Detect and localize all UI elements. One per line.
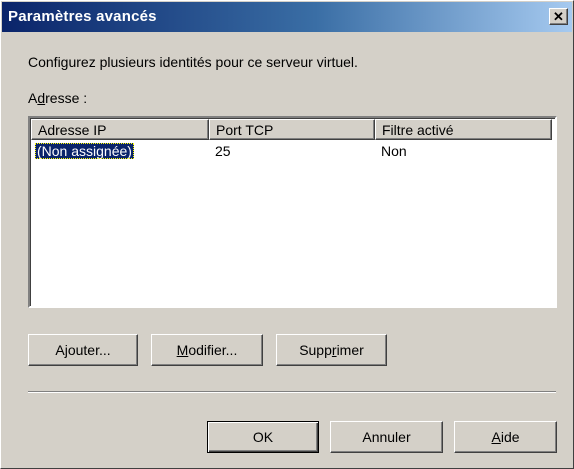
cell-filter: Non [381,143,407,159]
list-header: Adresse IP Port TCP Filtre activé [31,119,554,140]
ok-button[interactable]: OK [207,421,319,453]
description-text: Configurez plusieurs identités pour ce s… [28,54,358,70]
address-list[interactable]: Adresse IP Port TCP Filtre activé (Non a… [28,116,557,308]
column-header-ip[interactable]: Adresse IP [31,119,209,140]
separator [28,391,556,393]
cell-port: 25 [215,143,231,159]
close-button[interactable]: ✕ [549,8,568,25]
add-button[interactable]: Ajouter... [28,334,138,366]
close-icon: ✕ [553,9,564,24]
address-label: Adresse : [28,90,88,106]
advanced-settings-dialog: Paramètres avancés ✕ Configurez plusieur… [0,0,574,469]
cell-ip: (Non assignée) [35,143,134,159]
title-bar[interactable]: Paramètres avancés ✕ [2,2,572,32]
delete-button[interactable]: Supprimer [276,334,387,366]
modify-button[interactable]: Modifier... [151,334,263,366]
help-button[interactable]: Aide [454,421,557,453]
dialog-title: Paramètres avancés [8,8,157,25]
column-header-filter[interactable]: Filtre activé [375,119,552,140]
cancel-button[interactable]: Annuler [330,421,443,453]
list-row[interactable]: (Non assignée) 25 Non [31,142,554,160]
column-header-port[interactable]: Port TCP [209,119,375,140]
